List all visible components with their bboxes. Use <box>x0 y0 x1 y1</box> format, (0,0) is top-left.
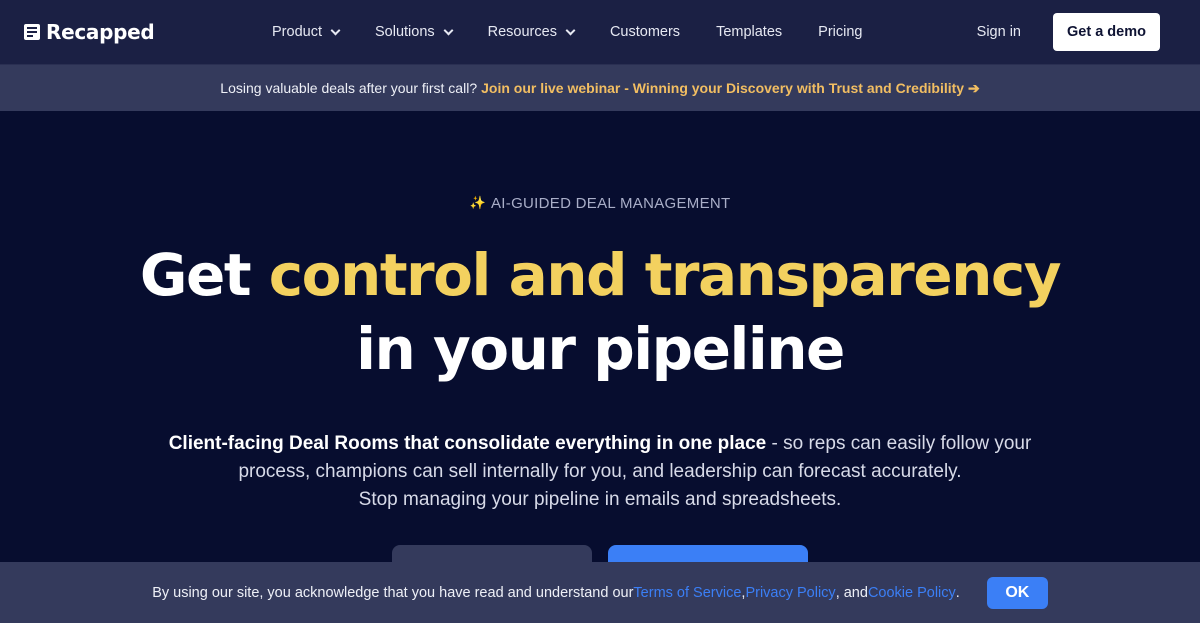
nav-item-label: Resources <box>487 24 557 40</box>
announcement-text: Losing valuable deals after your first c… <box>220 80 478 96</box>
headline-highlight: control and transparency <box>268 241 1062 309</box>
nav-item-label: Customers <box>609 24 681 40</box>
hero-section: ✨ AI-GUIDED DEAL MANAGEMENT Get control … <box>0 111 1200 514</box>
sparkles-icon: ✨ <box>469 195 486 210</box>
cookie-text: By using our site, you acknowledge that … <box>152 584 634 601</box>
eyebrow-text: AI-GUIDED DEAL MANAGEMENT <box>491 194 731 212</box>
cookie-period: . <box>955 584 960 601</box>
nav-item-customers[interactable]: Customers <box>610 24 680 40</box>
headline-part2: in your pipeline <box>356 315 845 383</box>
eyebrow: ✨ AI-GUIDED DEAL MANAGEMENT <box>470 195 731 212</box>
announcement-bar: Losing valuable deals after your first c… <box>0 64 1200 111</box>
hero-subtext: Client-facing Deal Rooms that consolidat… <box>0 430 1200 514</box>
nav-item-label: Templates <box>716 24 783 40</box>
brand-name: Recapped <box>46 20 155 44</box>
cookie-separator: , and <box>835 584 868 601</box>
main-menu: Product Solutions Resources Customers Te… <box>272 0 898 64</box>
chevron-down-icon <box>565 25 576 35</box>
cookie-ok-button[interactable]: OK <box>986 576 1048 609</box>
cookie-banner: By using our site, you acknowledge that … <box>0 562 1200 623</box>
subtext-rest: - so reps can easily follow your <box>766 433 1032 454</box>
terms-of-service-link[interactable]: Terms of Service <box>633 585 741 601</box>
chevron-down-icon <box>443 25 454 35</box>
nav-item-product[interactable]: Product <box>272 24 341 40</box>
cookie-policy-link[interactable]: Cookie Policy <box>868 585 956 601</box>
subtext-line2: process, champions can sell internally f… <box>238 461 962 482</box>
nav-item-solutions[interactable]: Solutions <box>374 24 454 40</box>
headline-part1: Get <box>139 241 269 309</box>
nav-item-label: Solutions <box>374 24 435 40</box>
top-nav: Recapped Product Solutions Resources Cus… <box>0 0 1200 64</box>
get-demo-button[interactable]: Get a demo <box>1053 13 1160 51</box>
privacy-policy-link[interactable]: Privacy Policy <box>745 585 835 601</box>
document-lines-icon <box>24 24 40 40</box>
webinar-link[interactable]: Join our live webinar - Winning your Dis… <box>481 80 980 97</box>
sign-in-link[interactable]: Sign in <box>977 24 1021 40</box>
subtext-line3: Stop managing your pipeline in emails an… <box>358 489 842 510</box>
nav-item-label: Pricing <box>818 24 863 40</box>
chevron-down-icon <box>330 25 341 35</box>
nav-actions: Sign in Get a demo <box>977 0 1160 64</box>
nav-item-resources[interactable]: Resources <box>487 24 576 40</box>
subtext-bold: Client-facing Deal Rooms that consolidat… <box>168 433 767 454</box>
hero-headline: Get control and transparency in your pip… <box>0 238 1200 386</box>
nav-item-label: Product <box>272 24 322 40</box>
brand-logo[interactable]: Recapped <box>24 20 155 44</box>
nav-item-templates[interactable]: Templates <box>716 24 782 40</box>
nav-item-pricing[interactable]: Pricing <box>818 24 862 40</box>
